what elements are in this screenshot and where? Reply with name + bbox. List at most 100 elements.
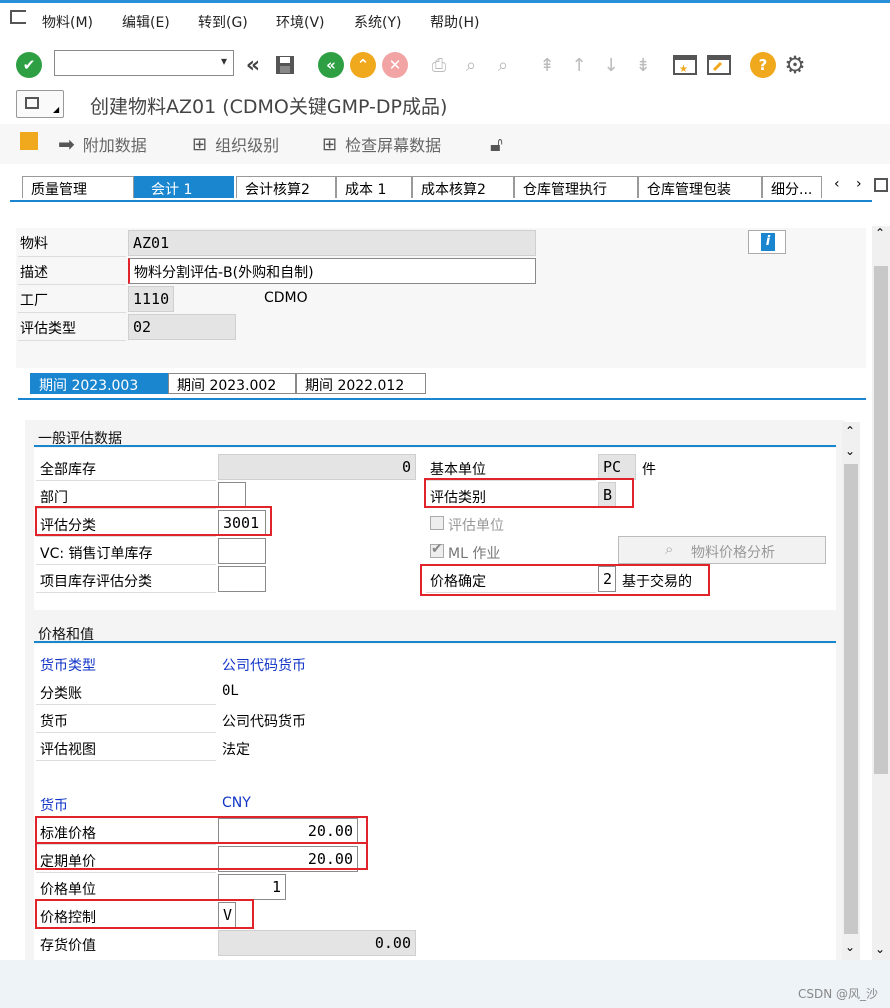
- valuation-unit-checkbox[interactable]: [430, 516, 444, 530]
- currency-label: 货币: [40, 714, 68, 730]
- tab-underline: [10, 200, 872, 202]
- section-divider: [34, 445, 836, 447]
- org-levels-button[interactable]: ⊞ 组织级别: [192, 132, 279, 156]
- export-icon: [20, 132, 38, 150]
- panel-scrollbar[interactable]: ⌃ ⌄ ⌄: [842, 422, 860, 960]
- check-screen-data-button[interactable]: ⊞ 检查屏幕数据: [322, 132, 441, 156]
- tab-list-icon[interactable]: [874, 178, 888, 192]
- new-session-icon[interactable]: ★: [672, 52, 698, 78]
- ml-active-label: ML 作业: [448, 546, 501, 562]
- menu-system[interactable]: 系统(Y): [354, 12, 401, 32]
- page-scrollbar[interactable]: ⌃ ⌄: [872, 226, 890, 960]
- tab-period-2022-012[interactable]: 期间 2022.012: [296, 373, 426, 394]
- org-data-button[interactable]: [20, 132, 46, 150]
- plant-field: 1110: [128, 286, 174, 312]
- plant-name: CDMO: [264, 290, 308, 306]
- scroll-right-icon[interactable]: ›: [856, 176, 862, 192]
- tab-period-2023-002[interactable]: 期间 2023.002: [168, 373, 296, 394]
- price-unit-label: 价格单位: [40, 882, 96, 898]
- title-row: ◢ 创建物料AZ01 (CDMO关键GMP-DP成品): [0, 88, 890, 122]
- panel-scrollbar-thumb[interactable]: [844, 464, 858, 934]
- division-field[interactable]: [218, 482, 246, 508]
- divider: [36, 732, 216, 733]
- tab-costing-1[interactable]: 成本 1: [336, 176, 412, 198]
- tab-accounting-1-label: 会计 1: [151, 182, 193, 198]
- material-field: AZ01: [128, 230, 536, 256]
- menu-bar: 物料(M) 编辑(E) 转到(G) 环境(V) 系统(Y) 帮助(H): [0, 0, 890, 38]
- base-unit-label: 基本单位: [430, 462, 486, 478]
- highlight-prices-separator: [35, 842, 368, 844]
- command-field[interactable]: ▾: [54, 50, 234, 76]
- first-page-icon[interactable]: ⇞: [534, 52, 560, 78]
- tab-warehouse-packaging[interactable]: 仓库管理包装: [638, 176, 762, 198]
- valuation-view-label: 评估视图: [40, 742, 96, 758]
- highlight-valuation-class: [35, 506, 272, 536]
- ml-active-checkbox[interactable]: ✔: [430, 541, 444, 558]
- tab-more[interactable]: 细分...: [762, 176, 822, 198]
- vc-sales-order-field[interactable]: [218, 538, 266, 564]
- panel-scroll-up-icon[interactable]: ⌃: [845, 424, 855, 438]
- description-label: 描述: [20, 265, 48, 281]
- arrow-right-icon: ➡: [58, 132, 75, 156]
- previous-page-icon[interactable]: ↑: [566, 52, 592, 78]
- lock-button[interactable]: 🔓︎: [490, 132, 503, 156]
- scroll-left-icon[interactable]: ‹: [834, 176, 840, 192]
- tab-costing-2[interactable]: 成本核算2: [412, 176, 514, 198]
- currency-type-label: 货币类型: [40, 658, 96, 674]
- tab-quality-management[interactable]: 质量管理: [22, 176, 134, 198]
- project-stock-field[interactable]: [218, 566, 266, 592]
- last-page-icon[interactable]: ⇟: [630, 52, 656, 78]
- price-unit-field[interactable]: 1: [218, 874, 286, 900]
- screen-icon: [25, 97, 39, 109]
- save-icon[interactable]: [272, 52, 298, 78]
- double-left-icon[interactable]: «: [240, 52, 266, 78]
- menu-environment[interactable]: 环境(V): [276, 12, 325, 32]
- check-screen-icon: ⊞: [322, 133, 338, 155]
- description-field[interactable]: 物料分割评估-B(外购和自制): [128, 258, 536, 284]
- valuation-view-value: 法定: [222, 742, 250, 758]
- menu-material[interactable]: 物料(M): [42, 12, 93, 32]
- menu-goto[interactable]: 转到(G): [198, 12, 248, 32]
- divider: [18, 340, 126, 341]
- print-icon[interactable]: ⎙: [426, 52, 452, 78]
- back-icon[interactable]: «: [318, 52, 344, 78]
- find-next-icon[interactable]: ⌕: [490, 52, 516, 78]
- inventory-value-label: 存货价值: [40, 938, 96, 954]
- tab-accounting-2[interactable]: 会计核算2: [236, 176, 336, 198]
- currency-type-value: 公司代码货币: [222, 658, 306, 674]
- shortcut-icon[interactable]: [706, 52, 732, 78]
- tab-accounting-1[interactable]: 会计 1: [134, 176, 234, 198]
- menu-edit[interactable]: 编辑(E): [122, 12, 170, 32]
- next-page-icon[interactable]: ↓: [598, 52, 624, 78]
- exit-icon[interactable]: ⌃: [350, 52, 376, 78]
- magnifier-icon: ⌕: [665, 540, 674, 558]
- menu-help[interactable]: 帮助(H): [430, 12, 479, 32]
- panel-scroll-down-icon[interactable]: ⌄: [845, 444, 855, 458]
- material-price-analysis-button[interactable]: ⌕ 物料价格分析: [618, 536, 826, 564]
- scroll-up-icon[interactable]: ⌃: [875, 226, 885, 240]
- enter-check-icon[interactable]: ✔: [16, 52, 42, 78]
- scroll-down-icon[interactable]: ⌄: [875, 942, 885, 956]
- base-unit-text: 件: [642, 462, 656, 478]
- menu-popup-button[interactable]: ◢: [16, 90, 64, 118]
- gear-icon[interactable]: ⚙: [782, 51, 808, 79]
- divider: [36, 480, 216, 481]
- info-button[interactable]: i: [748, 230, 786, 254]
- check-screen-data-label: 检查屏幕数据: [345, 136, 442, 155]
- svg-text:★: ★: [679, 64, 688, 75]
- additional-data-button[interactable]: ➡ 附加数据: [58, 132, 147, 156]
- help-icon[interactable]: ?: [750, 52, 776, 78]
- find-icon[interactable]: ⌕: [458, 52, 484, 78]
- page-scrollbar-thumb[interactable]: [874, 266, 888, 774]
- currency-value: 公司代码货币: [222, 714, 306, 730]
- cancel-icon[interactable]: ✕: [382, 52, 408, 78]
- additional-data-label: 附加数据: [82, 136, 147, 155]
- menu-icon[interactable]: [10, 10, 26, 24]
- tab-warehouse-execution[interactable]: 仓库管理执行: [514, 176, 638, 198]
- divider: [36, 564, 216, 565]
- chevron-down-icon[interactable]: ▾: [221, 54, 227, 68]
- tab-period-2023-003[interactable]: 期间 2023.003: [30, 373, 168, 394]
- checkmark-icon: ✔: [431, 541, 443, 557]
- panel-scroll-down-icon-2[interactable]: ⌄: [845, 940, 855, 954]
- plant-label: 工厂: [20, 293, 48, 309]
